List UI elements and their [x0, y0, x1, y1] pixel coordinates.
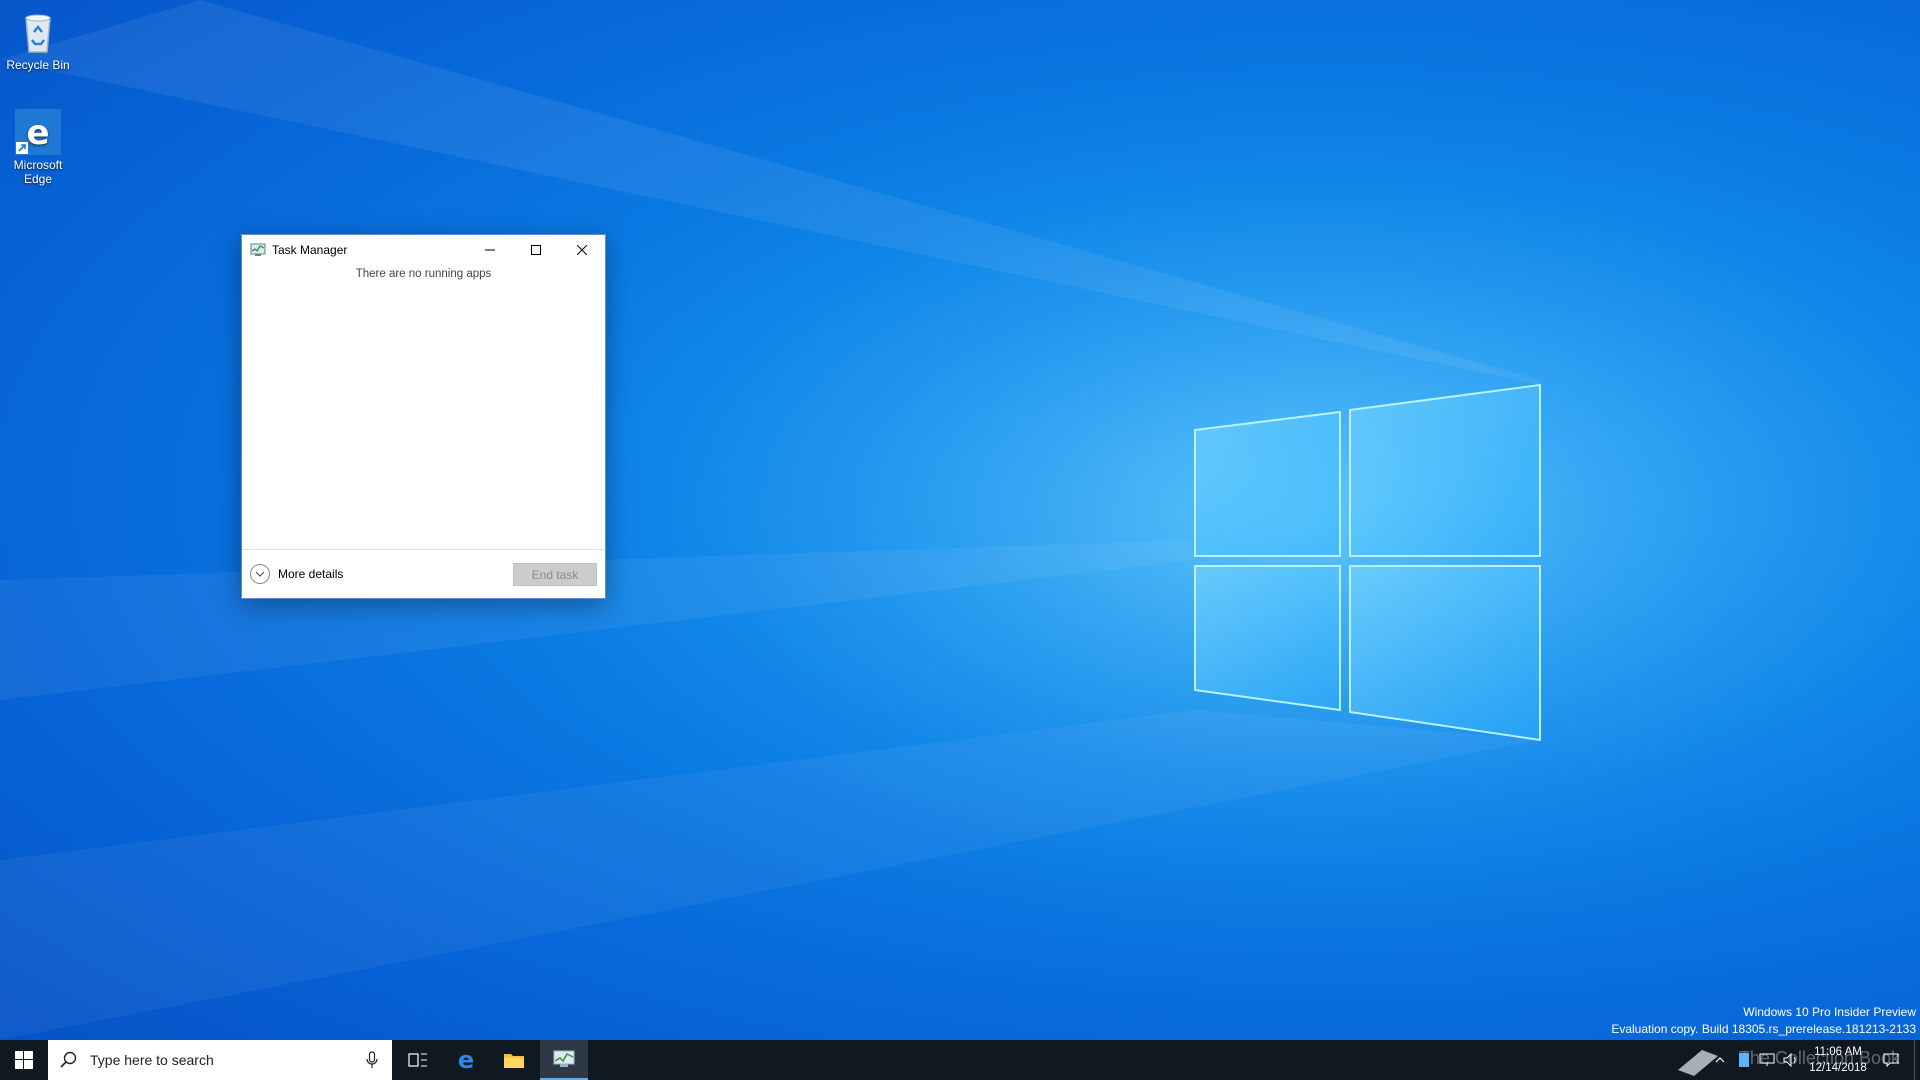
tray-app-icon[interactable] [1734, 1040, 1754, 1080]
start-button[interactable] [0, 1040, 48, 1080]
desktop-watermark: Windows 10 Pro Insider Preview Evaluatio… [1611, 1004, 1916, 1038]
maximize-icon [531, 245, 541, 255]
title-bar[interactable]: Task Manager [242, 235, 605, 265]
window-title: Task Manager [272, 243, 348, 257]
taskbar-task-manager-button[interactable] [540, 1040, 588, 1080]
task-manager-window[interactable]: Task Manager There are no running apps M… [241, 234, 606, 599]
network-icon [1759, 1053, 1775, 1066]
show-hidden-icons-button[interactable] [1710, 1040, 1730, 1080]
edge-label: Microsoft Edge [13, 158, 63, 186]
windows-start-icon [15, 1051, 33, 1069]
speaker-icon [1783, 1053, 1796, 1067]
clock-date: 12/14/2018 [1809, 1062, 1867, 1074]
microphone-icon[interactable] [366, 1051, 378, 1069]
task-view-button[interactable] [394, 1040, 442, 1080]
document-icon [1739, 1053, 1749, 1067]
taskbar-file-explorer-button[interactable] [490, 1040, 538, 1080]
task-view-icon [408, 1053, 427, 1067]
close-button[interactable] [559, 235, 605, 265]
edge-icon: e [458, 1049, 474, 1071]
more-details-label: More details [278, 567, 344, 581]
search-box[interactable]: Type here to search [48, 1040, 392, 1080]
network-button[interactable] [1756, 1040, 1778, 1080]
end-task-button[interactable]: End task [513, 563, 597, 586]
task-manager-icon [250, 243, 266, 256]
svg-text:e: e [26, 113, 49, 153]
recycle-bin-label: Recycle Bin [6, 58, 70, 72]
window-footer: More details End task [242, 549, 605, 598]
more-details-toggle[interactable]: More details [250, 564, 343, 584]
taskbar: Type here to search e The Collection Boo… [0, 1040, 1920, 1080]
action-center-button[interactable] [1876, 1040, 1906, 1080]
clock-time: 11:06 AM [1814, 1046, 1862, 1058]
show-desktop-button[interactable] [1914, 1040, 1920, 1080]
search-icon [60, 1051, 77, 1068]
edge-icon: e [14, 108, 62, 156]
task-manager-icon [553, 1050, 575, 1067]
minimize-icon [485, 249, 495, 251]
clock[interactable]: 11:06 AM 12/14/2018 [1800, 1044, 1876, 1076]
desktop-icon-microsoft-edge[interactable]: e Microsoft Edge [0, 108, 76, 186]
no-running-apps-message: There are no running apps [355, 268, 492, 280]
svg-text:e: e [458, 1049, 474, 1071]
close-icon [577, 245, 587, 255]
watermark-edition: Windows 10 Pro Insider Preview [1743, 1005, 1916, 1019]
volume-button[interactable] [1780, 1040, 1802, 1080]
search-placeholder: Type here to search [90, 1052, 214, 1068]
folder-icon [504, 1054, 524, 1068]
chevron-up-icon [1715, 1057, 1725, 1063]
minimize-button[interactable] [467, 235, 513, 265]
watermark-build: Evaluation copy. Build 18305.rs_prerelea… [1611, 1022, 1916, 1036]
maximize-button[interactable] [513, 235, 559, 265]
desktop-icon-recycle-bin[interactable]: Recycle Bin [0, 8, 76, 72]
taskbar-edge-button[interactable]: e [442, 1040, 490, 1080]
recycle-bin-icon [14, 8, 62, 56]
notification-icon [1883, 1053, 1899, 1067]
chevron-down-icon [250, 564, 270, 584]
